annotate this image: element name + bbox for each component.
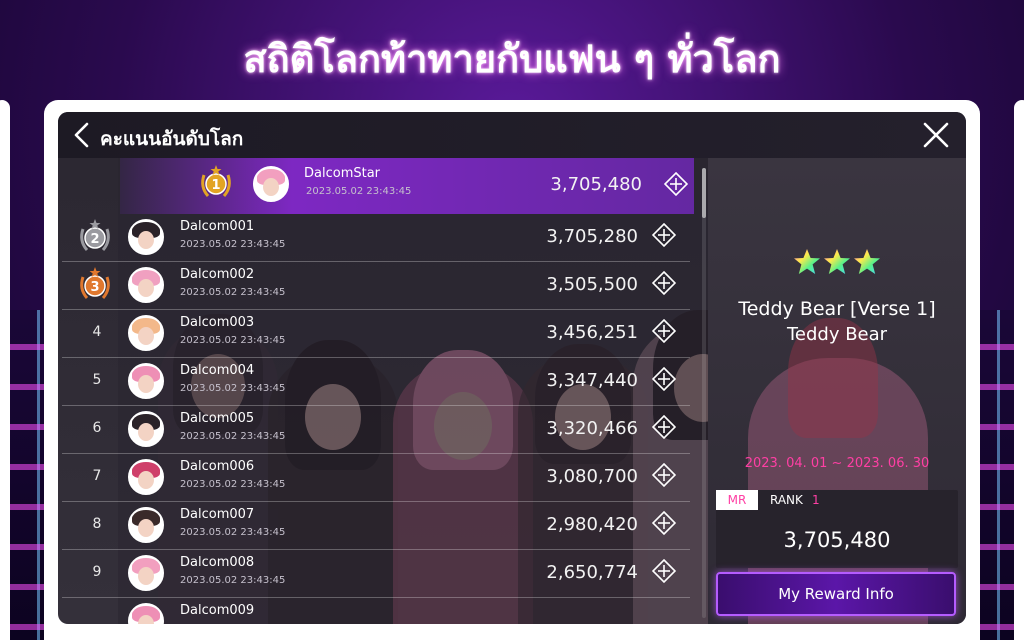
scrollbar[interactable] xyxy=(702,168,706,618)
rank-medal-icon: 1 xyxy=(201,165,231,197)
my-rank-box: MR RANK 1 3,705,480 xyxy=(716,490,958,568)
player-name: Dalcom004 xyxy=(180,363,255,378)
score-date: 2023.05.02 23:43:45 xyxy=(180,383,286,394)
rank-number: 4 xyxy=(92,324,102,340)
score-date: 2023.05.02 23:43:45 xyxy=(180,239,286,250)
close-icon xyxy=(923,122,949,148)
score-date: 2023.05.02 23:43:45 xyxy=(180,575,286,586)
avatar xyxy=(128,459,164,495)
player-name: Dalcom007 xyxy=(180,507,255,522)
avatar xyxy=(128,219,164,255)
leaderboard-row[interactable]: 8 Dalcom007 2023.05.02 23:43:45 2,980,420 xyxy=(62,502,690,550)
right-edge-panel xyxy=(1014,100,1024,640)
add-friend-icon[interactable] xyxy=(652,367,676,391)
rank-number: 9 xyxy=(92,564,102,580)
avatar xyxy=(128,507,164,543)
add-friend-icon[interactable] xyxy=(652,415,676,439)
leaderboard-row[interactable]: 2 Dalcom001 2023.05.02 23:43:45 3,705,280 xyxy=(62,214,690,262)
add-friend-icon[interactable] xyxy=(664,172,688,196)
rank-number: 2 xyxy=(90,232,99,247)
player-name: Dalcom008 xyxy=(180,555,255,570)
my-score: 3,705,480 xyxy=(783,528,891,552)
avatar xyxy=(128,555,164,591)
scroll-thumb[interactable] xyxy=(702,168,706,218)
add-friend-icon[interactable] xyxy=(652,319,676,343)
promo-headline: สถิติโลกท้าทายกับแฟน ๆ ทั่วโลก xyxy=(243,37,781,81)
window-title: คะแนนอันดับโลก xyxy=(100,128,244,150)
back-button[interactable] xyxy=(68,120,98,150)
star-icon xyxy=(794,249,820,274)
leaderboard-row-top[interactable]: 1 DalcomStar 2023.05.02 23:43:45 3,705,480 xyxy=(120,158,694,214)
title-bar: คะแนนอันดับโลก xyxy=(58,112,966,158)
song-artist: Teddy Bear xyxy=(786,324,888,345)
add-friend-icon[interactable] xyxy=(652,271,676,295)
rank-number: 1 xyxy=(211,178,220,193)
player-score: 2,980,420 xyxy=(546,514,638,535)
rank-number: 8 xyxy=(92,516,102,532)
score-date: 2023.05.02 23:43:45 xyxy=(306,186,412,197)
rank-medal-icon: 3 xyxy=(80,267,110,299)
score-date: 2023.05.02 23:43:45 xyxy=(180,431,286,442)
add-friend-icon[interactable] xyxy=(652,511,676,535)
player-score: 3,505,500 xyxy=(546,274,638,295)
avatar xyxy=(128,411,164,447)
add-friend-icon[interactable] xyxy=(652,559,676,583)
add-friend-icon[interactable] xyxy=(652,463,676,487)
score-date: 2023.05.02 23:43:45 xyxy=(180,287,286,298)
leaderboard-row[interactable]: 9 Dalcom008 2023.05.02 23:43:45 2,650,774 xyxy=(62,550,690,598)
rank-number: 5 xyxy=(92,372,102,388)
player-score: 3,347,440 xyxy=(546,370,638,391)
player-score: 2,650,774 xyxy=(546,562,638,583)
star-icon xyxy=(854,249,880,274)
left-edge-panel xyxy=(0,100,10,640)
player-score: 3,320,466 xyxy=(546,418,638,439)
player-name: Dalcom001 xyxy=(180,219,255,234)
player-name: Dalcom003 xyxy=(180,315,255,330)
rank-label: RANK xyxy=(770,493,803,507)
rank-value: 1 xyxy=(812,493,820,507)
leaderboard-row[interactable]: 4 Dalcom003 2023.05.02 23:43:45 3,456,251 xyxy=(62,310,690,358)
leaderboard-window: คะแนนอันดับโลก 1 DalcomStar 2023.05.02 2… xyxy=(58,112,966,624)
avatar xyxy=(253,166,289,202)
leaderboard-row[interactable]: 5 Dalcom004 2023.05.02 23:43:45 3,347,440 xyxy=(62,358,690,406)
song-title: Teddy Bear [Verse 1] xyxy=(738,298,936,320)
chevron-left-icon xyxy=(74,122,89,148)
rank-medal-icon: 2 xyxy=(80,219,110,251)
song-info-panel: Teddy Bear [Verse 1] Teddy Bear 2023. 04… xyxy=(708,158,966,624)
add-friend-icon[interactable] xyxy=(652,223,676,247)
player-name: Dalcom009 xyxy=(180,603,255,618)
leaderboard-row[interactable]: 6 Dalcom005 2023.05.02 23:43:45 3,320,466 xyxy=(62,406,690,454)
my-reward-info-button[interactable]: My Reward Info xyxy=(716,572,956,616)
close-button[interactable] xyxy=(920,119,952,151)
rank-number: 7 xyxy=(92,468,102,484)
player-name: DalcomStar xyxy=(304,166,381,181)
rank-number: 6 xyxy=(92,420,102,436)
score-date: 2023.05.02 23:43:45 xyxy=(180,479,286,490)
leaderboard-row[interactable]: Dalcom009 xyxy=(62,598,690,624)
ranking-list[interactable]: 1 DalcomStar 2023.05.02 23:43:45 3,705,480 2… xyxy=(60,158,700,624)
score-date: 2023.05.02 23:43:45 xyxy=(180,335,286,346)
rank-number: 3 xyxy=(90,280,99,295)
player-score: 3,080,700 xyxy=(546,466,638,487)
leaderboard-row[interactable]: 7 Dalcom006 2023.05.02 23:43:45 3,080,700 xyxy=(62,454,690,502)
star-rating xyxy=(708,248,966,280)
avatar xyxy=(128,603,164,624)
avatar xyxy=(128,267,164,303)
player-name: Dalcom002 xyxy=(180,267,255,282)
star-icon xyxy=(824,249,850,274)
player-name: Dalcom005 xyxy=(180,411,255,426)
avatar xyxy=(128,315,164,351)
player-score: 3,705,280 xyxy=(546,226,638,247)
player-score: 3,705,480 xyxy=(550,174,642,195)
player-score: 3,456,251 xyxy=(546,322,638,343)
score-date: 2023.05.02 23:43:45 xyxy=(180,527,286,538)
player-name: Dalcom006 xyxy=(180,459,255,474)
season-period: 2023. 04. 01 ~ 2023. 06. 30 xyxy=(744,456,930,471)
avatar xyxy=(128,363,164,399)
mode-badge: MR xyxy=(716,490,758,510)
leaderboard-row[interactable]: 3 Dalcom002 2023.05.02 23:43:45 3,505,500 xyxy=(62,262,690,310)
